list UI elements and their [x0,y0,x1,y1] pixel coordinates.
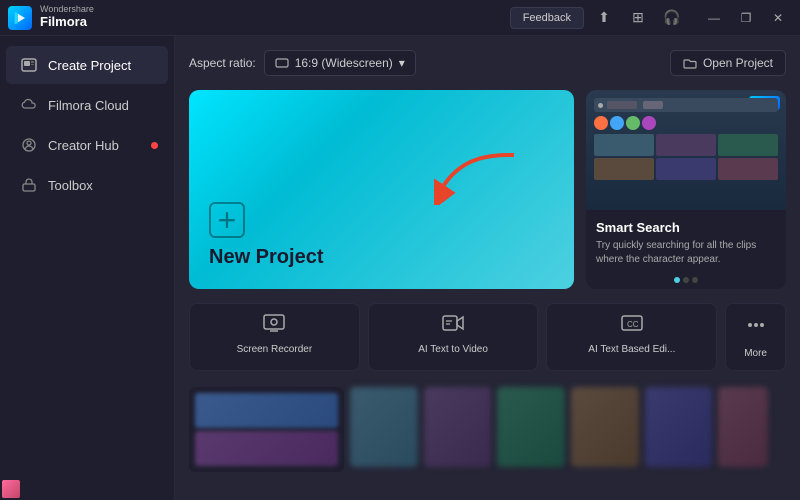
new-project-card[interactable]: + New Project [189,90,574,289]
sidebar-item-create-project[interactable]: Create Project [6,46,168,84]
aspect-ratio-button[interactable]: 16:9 (Widescreen) ▾ [264,50,416,76]
screen-recorder-button[interactable]: Screen Recorder [189,303,360,371]
ai-text-to-video-button[interactable]: AI Text to Video [368,303,539,371]
preview-ui [594,98,778,206]
content-toolbar: Aspect ratio: 16:9 (Widescreen) ▾ Open P… [189,50,786,76]
smart-search-info: Smart Search Try quickly searching for a… [586,210,786,277]
minimize-button[interactable]: — [700,7,728,29]
upload-icon-btn[interactable]: ⬆ [590,4,618,32]
recent-projects-row [189,387,786,472]
recent-sidebar-preview[interactable] [189,387,344,472]
cards-row: + New Project New [189,90,786,289]
preview-searchbar [594,98,778,112]
chevron-down-icon: ▾ [399,56,405,70]
brand-bottom: Filmora [40,15,94,29]
aspect-ratio-selector: Aspect ratio: 16:9 (Widescreen) ▾ [189,50,416,76]
sidebar-item-creator-hub[interactable]: Creator Hub [6,126,168,164]
recent-thumb-4[interactable] [571,387,639,467]
recent-thumb-2[interactable] [424,387,492,467]
cloud-icon [20,96,38,114]
creator-hub-icon [20,136,38,154]
aspect-ratio-label: Aspect ratio: [189,56,256,70]
new-project-plus-icon: + [209,202,245,238]
close-button[interactable]: ✕ [764,7,792,29]
more-label: More [744,348,767,360]
recent-thumb-5[interactable] [645,387,713,467]
titlebar-right: Feedback ⬆ ⊞ 🎧 — ❐ ✕ [510,4,792,32]
sidebar-creator-hub-label: Creator Hub [48,138,119,153]
card-indicator-dots [586,277,786,289]
sidebar-item-filmora-cloud[interactable]: Filmora Cloud [6,86,168,124]
open-project-label: Open Project [703,56,773,70]
smart-search-preview: New [586,90,786,210]
smart-search-desc: Try quickly searching for all the clips … [596,239,776,267]
titlebar-left: Wondershare Filmora [8,5,94,29]
screen-recorder-label: Screen Recorder [237,344,313,356]
screen-recorder-icon [263,314,285,338]
open-project-button[interactable]: Open Project [670,50,786,76]
card-dot-3 [692,277,698,283]
app-logo-icon [8,6,32,30]
toolbox-icon [20,176,38,194]
titlebar: Wondershare Filmora Feedback ⬆ ⊞ 🎧 — ❐ ✕ [0,0,800,36]
preview-grid [594,134,778,180]
new-project-label: New Project [209,246,554,269]
ai-text-based-edit-label: AI Text Based Edi... [588,344,675,356]
card-dot-1 [674,277,680,283]
sidebar-create-project-label: Create Project [48,58,131,73]
recent-thumb-1[interactable] [350,387,418,467]
recent-thumb-6[interactable] [718,387,768,467]
preview-avatars [594,116,778,130]
ai-text-based-edit-icon: CC [621,314,643,338]
ai-text-based-edit-button[interactable]: CC AI Text Based Edi... [546,303,717,371]
headset-icon-btn[interactable]: 🎧 [658,4,686,32]
more-button[interactable]: More [725,303,786,371]
sidebar-item-toolbox[interactable]: Toolbox [6,166,168,204]
smart-search-title: Smart Search [596,220,776,235]
sidebar-filmora-cloud-label: Filmora Cloud [48,98,129,113]
card-dot-2 [683,277,689,283]
recent-thumbnails-grid [350,387,786,472]
main-layout: Create Project Filmora Cloud Creator Hub [0,36,800,500]
arrow-indicator [434,145,524,205]
ai-text-to-video-label: AI Text to Video [418,344,488,356]
creator-hub-notification-dot [151,142,158,149]
content-area: Aspect ratio: 16:9 (Widescreen) ▾ Open P… [175,36,800,500]
aspect-ratio-value: 16:9 (Widescreen) [295,56,393,70]
sidebar-toolbox-label: Toolbox [48,178,93,193]
quick-actions: Screen Recorder AI Text to Video CC [189,303,786,371]
app-logo-text: Wondershare Filmora [40,5,94,29]
sidebar: Create Project Filmora Cloud Creator Hub [0,36,175,500]
window-controls: — ❐ ✕ [700,7,792,29]
grid-icon-btn[interactable]: ⊞ [624,4,652,32]
more-icon [745,314,767,342]
svg-text:CC: CC [627,320,639,329]
recent-thumb-3[interactable] [497,387,565,467]
restore-button[interactable]: ❐ [732,7,760,29]
smart-search-card[interactable]: New [586,90,786,289]
ai-text-to-video-icon [442,314,464,338]
feedback-button[interactable]: Feedback [510,7,584,29]
create-project-icon [20,56,38,74]
